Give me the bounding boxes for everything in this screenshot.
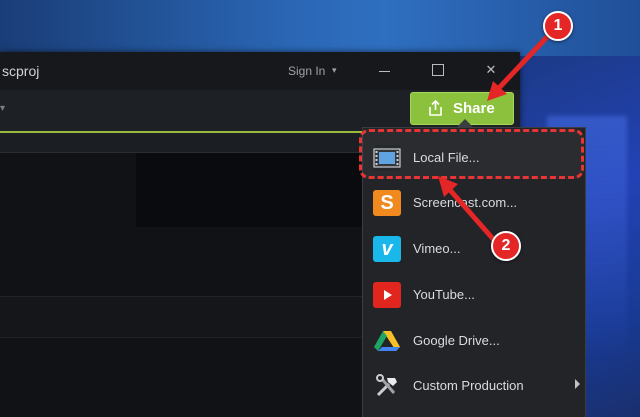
timeline-accent-line — [0, 131, 362, 133]
menu-item-label: Screencast.com... — [413, 195, 518, 210]
menu-item-label: YouTube... — [413, 287, 475, 302]
timeline-header — [0, 134, 362, 153]
close-icon[interactable]: ✕ — [476, 58, 506, 82]
step-2-badge: 2 — [491, 231, 521, 261]
minimize-icon[interactable] — [370, 58, 400, 82]
menu-item-label: Vimeo... — [413, 241, 461, 256]
menu-item-custom-production[interactable]: Custom Production — [363, 364, 585, 408]
menu-item-screencast[interactable]: S Screencast.com... — [363, 181, 585, 225]
menu-item-label: Custom Production — [413, 378, 524, 393]
timeline-track — [0, 296, 362, 338]
menu-item-youtube[interactable]: YouTube... — [363, 273, 585, 317]
menu-pointer — [457, 119, 473, 127]
menu-item-google-drive[interactable]: Google Drive... — [363, 319, 585, 363]
share-icon — [429, 100, 442, 116]
google-drive-icon — [374, 331, 400, 351]
screencast-icon: S — [373, 190, 401, 216]
maximize-icon[interactable] — [423, 58, 453, 82]
window-title: scproj — [2, 63, 40, 79]
vimeo-icon: v — [373, 236, 401, 262]
youtube-icon — [373, 282, 401, 308]
submenu-arrow-icon — [575, 379, 580, 389]
canvas-preview — [136, 153, 362, 227]
tools-icon — [376, 374, 397, 397]
menu-item-vimeo[interactable]: v Vimeo... — [363, 227, 585, 271]
highlight-local-file — [359, 129, 584, 179]
share-label: Share — [453, 100, 495, 117]
sign-in-button[interactable]: Sign In — [288, 64, 325, 78]
title-bar: scproj Sign In ▾ ✕ — [0, 52, 520, 90]
step-1-badge: 1 — [543, 11, 573, 41]
toolbar-dropdown-caret-icon[interactable]: ▾ — [0, 103, 5, 114]
chevron-down-icon[interactable]: ▾ — [332, 65, 337, 76]
menu-item-label: Google Drive... — [413, 333, 500, 348]
